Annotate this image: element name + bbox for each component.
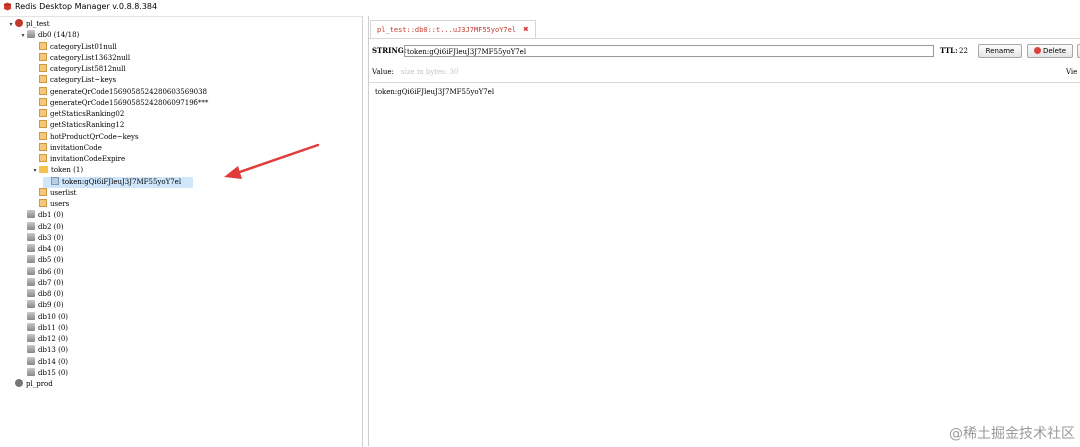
annotation-arrow-icon	[224, 143, 320, 179]
